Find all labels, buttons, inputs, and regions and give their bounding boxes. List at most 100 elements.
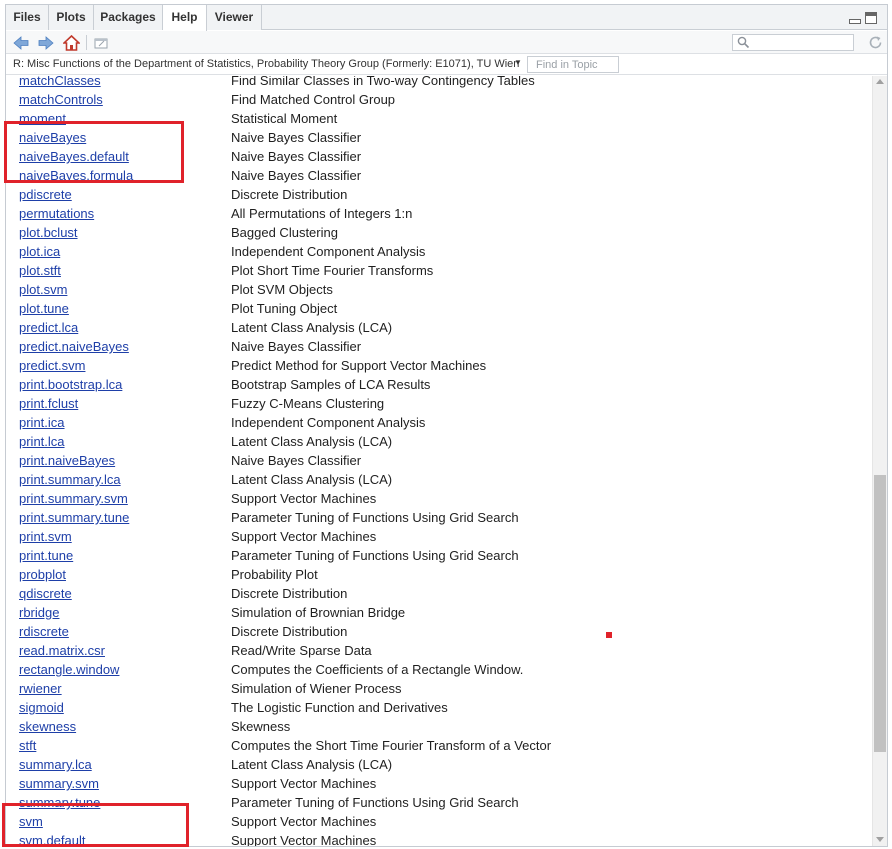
table-row: print.naiveBayes Naive Bayes Classifier [6,451,872,470]
function-link[interactable]: rectangle.window [19,662,119,677]
tab-packages[interactable]: Packages [94,5,163,30]
maximize-pane-button[interactable] [865,12,877,24]
function-link[interactable]: stft [19,738,36,753]
function-link[interactable]: print.summary.svm [19,491,128,506]
function-link[interactable]: plot.ica [19,244,60,259]
table-row: plot.svm Plot SVM Objects [6,280,872,299]
scroll-up-arrow-icon[interactable] [876,79,884,84]
table-row: svm.default Support Vector Machines [6,831,872,846]
function-description: All Permutations of Integers 1:n [231,206,413,221]
function-description: Probability Plot [231,567,318,582]
function-link[interactable]: svm [19,814,43,829]
function-description: Discrete Distribution [231,586,348,601]
minimize-pane-button[interactable] [849,19,861,24]
function-link[interactable]: print.bootstrap.lca [19,377,122,392]
function-link[interactable]: skewness [19,719,76,734]
function-link[interactable]: svm.default [19,833,85,846]
function-link[interactable]: print.svm [19,529,72,544]
function-description: Latent Class Analysis (LCA) [231,320,393,335]
function-description: Support Vector Machines [231,833,377,846]
function-link[interactable]: sigmoid [19,700,64,715]
function-link[interactable]: rdiscrete [19,624,69,639]
table-row: rdiscrete Discrete Distribution [6,622,872,641]
function-link[interactable]: predict.lca [19,320,78,335]
function-link[interactable]: plot.tune [19,301,69,316]
function-link[interactable]: plot.bclust [19,225,78,240]
function-link[interactable]: plot.svm [19,282,67,297]
function-description: Naive Bayes Classifier [231,339,362,354]
function-link[interactable]: predict.svm [19,358,85,373]
table-row: rectangle.window Computes the Coefficient… [6,660,872,679]
function-description: Latent Class Analysis (LCA) [231,434,393,449]
function-link[interactable]: summary.svm [19,776,99,791]
function-link[interactable]: qdiscrete [19,586,72,601]
function-link[interactable]: probplot [19,567,66,582]
function-link[interactable]: predict.naiveBayes [19,339,129,354]
function-description: Naive Bayes Classifier [231,149,362,164]
function-link[interactable]: print.summary.tune [19,510,129,525]
annotation-dot [606,632,612,638]
back-arrow-icon[interactable] [12,34,30,51]
function-description: Support Vector Machines [231,529,377,544]
function-link[interactable]: naiveBayes.formula [19,168,133,183]
table-row: sigmoid The Logistic Function and Derivat… [6,698,872,717]
function-description: Bootstrap Samples of LCA Results [231,377,431,392]
help-search-input[interactable] [753,37,853,53]
table-row: naiveBayes Naive Bayes Classifier [6,128,872,147]
help-search-box[interactable] [732,34,854,54]
table-row: stft Computes the Short Time Fourier Tran… [6,736,872,755]
function-description: Predict Method for Support Vector Machin… [231,358,487,373]
topic-bar: R: Misc Functions of the Department of S… [6,54,887,75]
table-row: matchClasses Find Similar Classes in Two-… [6,76,872,90]
function-description: Parameter Tuning of Functions Using Grid… [231,795,519,810]
function-link[interactable]: print.lca [19,434,65,449]
tab-files[interactable]: Files [6,5,49,30]
tab-viewer[interactable]: Viewer [207,5,262,30]
function-description: Plot SVM Objects [231,282,333,297]
function-description: Support Vector Machines [231,776,377,791]
table-row: print.bootstrap.lca Bootstrap Samples of … [6,375,872,394]
tab-help[interactable]: Help [163,5,207,31]
forward-arrow-icon[interactable] [37,34,55,51]
scroll-down-arrow-icon[interactable] [876,837,884,842]
function-link[interactable]: plot.stft [19,263,61,278]
table-row: plot.tune Plot Tuning Object [6,299,872,318]
function-description: Latent Class Analysis (LCA) [231,757,393,772]
function-link[interactable]: summary.lca [19,757,92,772]
function-link[interactable]: print.fclust [19,396,78,411]
function-link[interactable]: summary.tune [19,795,100,810]
find-in-topic-input[interactable] [536,57,624,72]
toolbar-separator [86,35,87,50]
table-row: predict.lca Latent Class Analysis (LCA) [6,318,872,337]
table-row: naiveBayes.formula Naive Bayes Classifier [6,166,872,185]
function-link[interactable]: matchControls [19,92,103,107]
table-row: print.fclust Fuzzy C-Means Clustering [6,394,872,413]
function-link[interactable]: permutations [19,206,94,221]
refresh-icon[interactable] [866,34,884,51]
function-link[interactable]: pdiscrete [19,187,72,202]
function-link[interactable]: rwiener [19,681,62,696]
function-link[interactable]: naiveBayes.default [19,149,129,164]
function-description: Read/Write Sparse Data [231,643,372,658]
topic-title-dropdown[interactable]: R: Misc Functions of the Department of S… [13,58,519,70]
tab-plots[interactable]: Plots [49,5,94,30]
function-link[interactable]: print.tune [19,548,73,563]
find-in-topic-box[interactable] [527,56,624,73]
show-in-window-icon[interactable] [92,34,110,51]
search-icon [737,36,750,54]
function-link[interactable]: print.naiveBayes [19,453,115,468]
table-row: predict.svm Predict Method for Support Ve… [6,356,872,375]
function-link[interactable]: print.ica [19,415,65,430]
function-link[interactable]: naiveBayes [19,130,86,145]
function-link[interactable]: read.matrix.csr [19,643,105,658]
chevron-down-icon[interactable]: ▼ [514,58,522,67]
function-description: Simulation of Brownian Bridge [231,605,406,620]
scrollbar-thumb[interactable] [874,475,886,752]
function-link[interactable]: print.summary.lca [19,472,121,487]
vertical-scrollbar[interactable] [872,76,887,846]
function-link[interactable]: matchClasses [19,76,101,88]
home-icon[interactable] [62,34,80,51]
function-link[interactable]: rbridge [19,605,59,620]
function-link[interactable]: moment [19,111,66,126]
table-row: print.tune Parameter Tuning of Functions … [6,546,872,565]
